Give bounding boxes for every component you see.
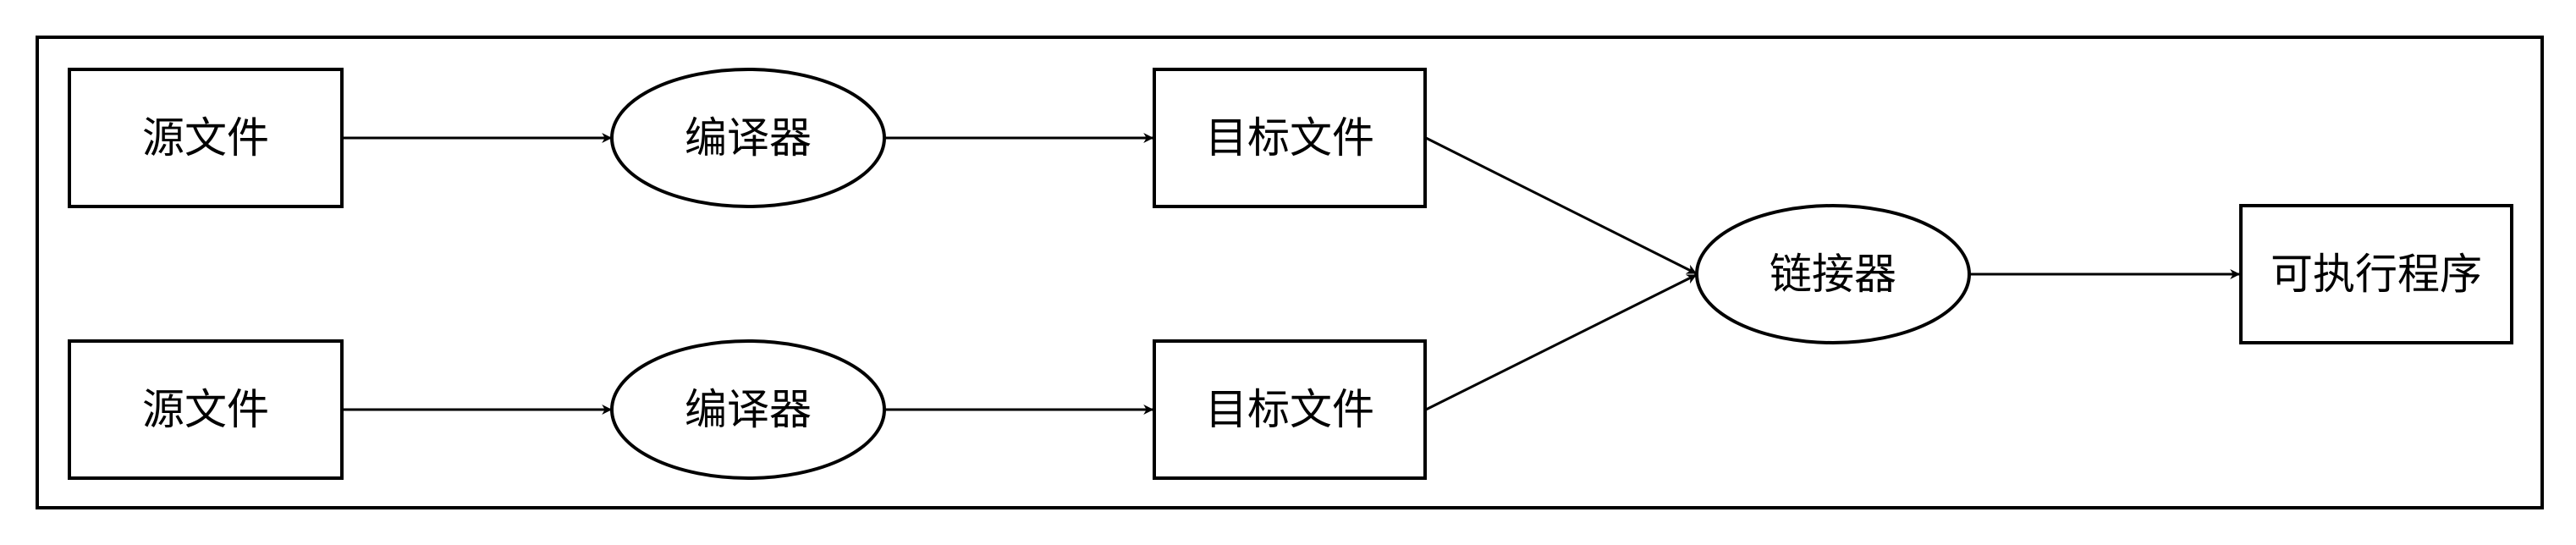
node-src2: 源文件	[68, 339, 344, 480]
node-label: 编译器	[685, 385, 812, 434]
node-label: 链接器	[1770, 250, 1896, 299]
node-obj2: 目标文件	[1153, 339, 1427, 480]
node-label: 可执行程序	[2271, 250, 2482, 299]
node-label: 目标文件	[1205, 385, 1374, 434]
node-label: 编译器	[685, 113, 812, 162]
node-cmp1: 编译器	[610, 68, 886, 208]
node-exe: 可执行程序	[2239, 204, 2513, 344]
node-label: 目标文件	[1205, 113, 1374, 162]
node-obj1: 目标文件	[1153, 68, 1427, 208]
node-label: 源文件	[142, 385, 269, 434]
node-label: 源文件	[142, 113, 269, 162]
edge-obj1-link	[1425, 136, 1698, 275]
build-pipeline-diagram: 源文件 编译器 目标文件 源文件 编译器 目标文件 链接器 可执行程序	[36, 36, 2544, 509]
edge-obj2-link	[1425, 273, 1698, 411]
node-cmp2: 编译器	[610, 339, 886, 480]
node-link: 链接器	[1695, 204, 1971, 344]
node-src1: 源文件	[68, 68, 344, 208]
